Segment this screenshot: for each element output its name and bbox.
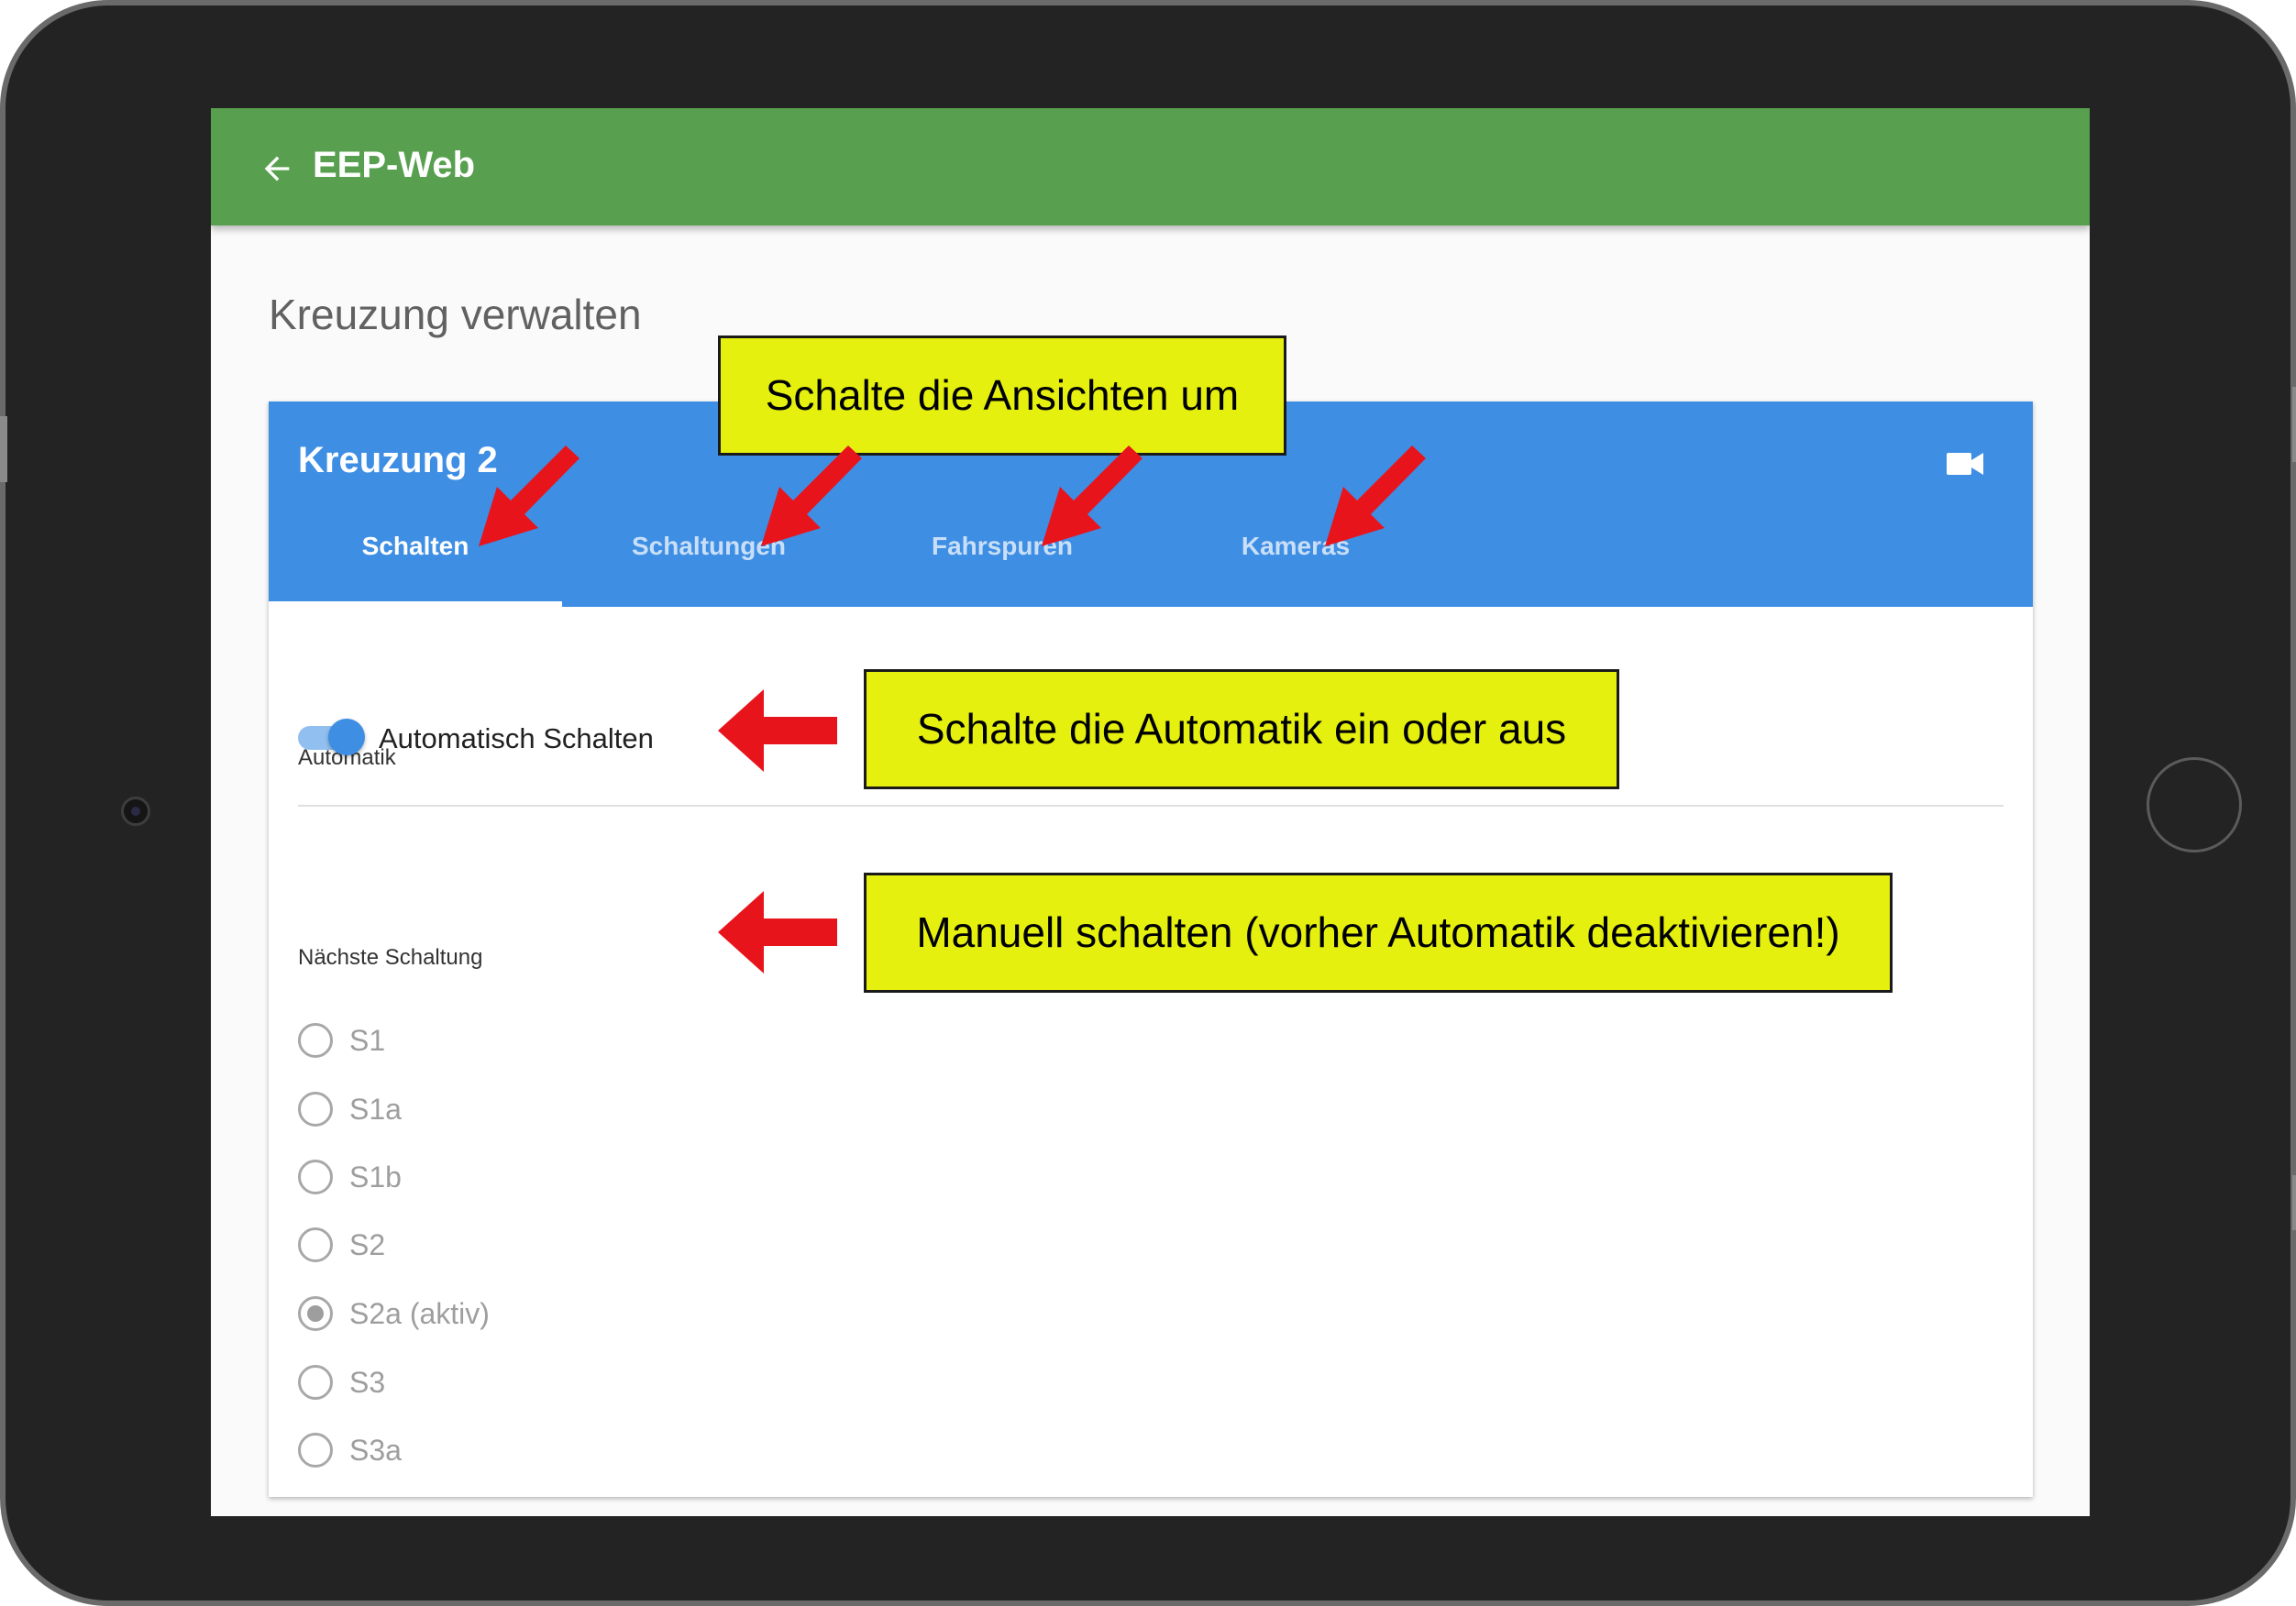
radio-button[interactable]: [298, 1227, 333, 1262]
tablet-side-button-right-lower: [2292, 1175, 2296, 1230]
radio-label: S3a: [349, 1434, 402, 1467]
callout-manual-hint: Manuell schalten (vorher Automatik deakt…: [864, 873, 1893, 993]
radio-label: S1a: [349, 1093, 402, 1126]
automatic-toggle[interactable]: [298, 719, 365, 755]
tablet-frame: EEP-Web Kreuzung verwalten Kreuzung 2 Sc…: [0, 0, 2296, 1606]
tablet-side-button-right-upper: [2292, 387, 2296, 462]
radio-button[interactable]: [298, 1160, 333, 1194]
radio-button-checked[interactable]: [298, 1296, 333, 1331]
radio-label: S1: [349, 1024, 386, 1057]
home-button[interactable]: [2147, 757, 2242, 852]
radio-button[interactable]: [298, 1433, 333, 1468]
automatic-toggle-label[interactable]: Automatisch Schalten: [379, 722, 654, 755]
red-arrow-tab-schalten-icon: [479, 446, 580, 546]
callout-tabs-hint: Schalte die Ansichten um: [718, 336, 1286, 456]
radio-button[interactable]: [298, 1092, 333, 1127]
app-bar: EEP-Web: [211, 108, 2090, 226]
tablet-side-button-left: [0, 416, 7, 482]
radio-label: S2: [349, 1228, 386, 1261]
card-title: Kreuzung 2: [298, 440, 498, 480]
next-switch-section-label: Nächste Schaltung: [298, 945, 483, 970]
red-arrow-tab-fahrspuren-icon: [1042, 446, 1142, 546]
red-arrow-manual-icon: [718, 891, 837, 974]
page-title: Kreuzung verwalten: [269, 291, 642, 338]
red-arrow-automatic-icon: [718, 689, 837, 772]
toggle-thumb: [328, 719, 365, 755]
active-tab-indicator: [269, 601, 562, 607]
section-divider: [298, 805, 2003, 807]
app-title: EEP-Web: [313, 145, 476, 185]
app-screen: EEP-Web Kreuzung verwalten Kreuzung 2 Sc…: [211, 108, 2090, 1516]
red-arrow-tab-kameras-icon: [1325, 446, 1426, 546]
radio-label: S3: [349, 1366, 386, 1399]
radio-button[interactable]: [298, 1023, 333, 1058]
red-arrow-tab-schaltungen-icon: [761, 446, 862, 546]
front-camera-icon: [121, 797, 150, 826]
radio-button[interactable]: [298, 1365, 333, 1400]
callout-automatic-hint: Schalte die Automatik ein oder aus: [864, 669, 1619, 789]
arrow-left-icon[interactable]: [259, 150, 295, 187]
videocam-icon[interactable]: [1947, 451, 1983, 477]
radio-label: S1b: [349, 1160, 402, 1194]
radio-label: S2a (aktiv): [349, 1297, 490, 1330]
